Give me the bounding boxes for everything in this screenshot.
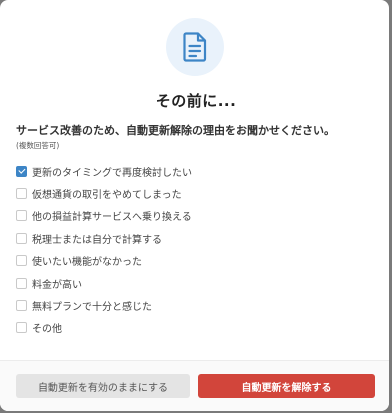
multiple-answers-note: (複数回答可) xyxy=(16,141,60,150)
dialog-lead-text: サービス改善のため、自動更新解除の理由をお聞かせください。 xyxy=(16,124,335,137)
reason-checkbox[interactable] xyxy=(16,255,27,267)
cancel-auto-renewal-button[interactable]: 自動更新を解除する xyxy=(198,374,375,398)
reason-option-tax-accountant[interactable]: 税理士または自分で計算する xyxy=(16,227,192,249)
document-icon xyxy=(183,32,207,62)
reason-checkbox[interactable] xyxy=(16,210,27,222)
cancel-renewal-dialog: その前に... サービス改善のため、自動更新解除の理由をお聞かせください。 (複… xyxy=(0,0,389,411)
reason-options-list: 更新のタイミングで再度検討したい 仮想通貨の取引をやめてしまった 他の損益計算サ… xyxy=(16,160,192,339)
reason-checkbox[interactable] xyxy=(16,188,27,200)
dialog-footer: 自動更新を有効のままにする 自動更新を解除する xyxy=(0,360,389,411)
reason-option-label: その他 xyxy=(32,324,62,336)
reason-option-label: 更新のタイミングで再度検討したい xyxy=(32,167,192,179)
reason-option-label: 他の損益計算サービスへ乗り換える xyxy=(32,212,192,224)
reason-option-label: 仮想通貨の取引をやめてしまった xyxy=(32,190,182,202)
dialog-title: その前に... xyxy=(155,92,237,110)
reason-option-other[interactable]: その他 xyxy=(16,317,192,339)
keep-auto-renewal-button[interactable]: 自動更新を有効のままにする xyxy=(16,374,190,398)
reason-option-expensive[interactable]: 料金が高い xyxy=(16,272,192,294)
reason-option-label: 税理士または自分で計算する xyxy=(32,234,162,246)
reason-option-switch-service[interactable]: 他の損益計算サービスへ乗り換える xyxy=(16,205,192,227)
reason-option-free-plan-enough[interactable]: 無料プランで十分と感じた xyxy=(16,294,192,316)
reason-option-reconsider[interactable]: 更新のタイミングで再度検討したい xyxy=(16,160,192,182)
reason-option-stopped-trading[interactable]: 仮想通貨の取引をやめてしまった xyxy=(16,182,192,204)
reason-option-label: 無料プランで十分と感じた xyxy=(32,302,152,314)
reason-option-label: 使いたい機能がなかった xyxy=(32,257,142,269)
document-icon-badge xyxy=(166,18,224,76)
reason-option-missing-feature[interactable]: 使いたい機能がなかった xyxy=(16,250,192,272)
reason-checkbox[interactable] xyxy=(16,300,27,312)
reason-option-label: 料金が高い xyxy=(32,279,82,291)
reason-checkbox[interactable] xyxy=(16,277,27,289)
reason-checkbox[interactable] xyxy=(16,165,27,177)
reason-checkbox[interactable] xyxy=(16,232,27,244)
reason-checkbox[interactable] xyxy=(16,322,27,334)
